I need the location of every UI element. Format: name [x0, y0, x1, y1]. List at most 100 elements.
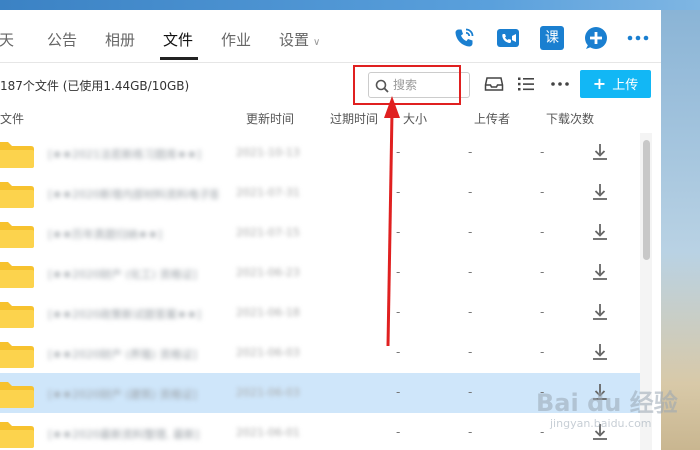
table-row[interactable]: [★★2020新增内部材料资料电子版★★] 2021-07-31 - - - — [0, 173, 640, 213]
search-box[interactable] — [368, 72, 470, 98]
search-input[interactable] — [393, 76, 465, 94]
file-uploader: - — [468, 345, 473, 359]
class-icon[interactable]: 课 — [540, 26, 564, 50]
folder-icon — [0, 302, 34, 328]
folder-icon — [0, 182, 34, 208]
file-expire: - — [540, 425, 545, 439]
group-nav-bar: 聊天 公告 相册 文件 作业 设置∨ 课 — [0, 10, 661, 62]
chevron-down-icon: ∨ — [313, 37, 321, 48]
file-expire: - — [540, 305, 545, 319]
active-tab-underline — [160, 57, 198, 60]
file-updated: 2021-07-15 — [236, 226, 300, 239]
download-icon[interactable] — [591, 302, 609, 322]
file-expire: - — [540, 385, 545, 399]
download-icon[interactable] — [591, 182, 609, 202]
file-updated: 2021-06-18 — [236, 306, 300, 319]
table-row[interactable]: [★★2020财产 (养殖) 资格证] 2021-06-03 - - - — [0, 333, 640, 373]
search-icon — [375, 79, 389, 93]
file-name: [★★2020财产 (化工) 资格证] — [48, 268, 197, 280]
file-size: - — [396, 145, 401, 159]
scrollbar-thumb[interactable] — [643, 140, 650, 260]
download-icon[interactable] — [591, 262, 609, 282]
tab-settings[interactable]: 设置 ∨ — [279, 30, 320, 53]
download-icon[interactable] — [591, 342, 609, 362]
file-name: [★★2020最新资料整理, 最新] — [48, 428, 200, 440]
group-files-window: 聊天 公告 相册 文件 作业 设置∨ 课 187个文件 — [0, 10, 661, 450]
folder-icon — [0, 142, 34, 168]
column-header-uploader[interactable]: 上传者 — [474, 110, 510, 127]
upload-button[interactable]: + 上传 — [580, 70, 651, 98]
file-size: - — [396, 385, 401, 399]
file-uploader: - — [468, 265, 473, 279]
file-expire: - — [540, 185, 545, 199]
download-icon[interactable] — [591, 382, 609, 402]
file-uploader: - — [468, 425, 473, 439]
download-icon[interactable] — [591, 422, 609, 442]
file-uploader: - — [468, 185, 473, 199]
inbox-icon[interactable] — [484, 74, 504, 94]
table-header: 文件 更新时间 过期时间 大小 上传者 下载次数 — [0, 108, 661, 128]
file-uploader: - — [468, 145, 473, 159]
tab-album[interactable]: 相册 — [105, 30, 135, 50]
folder-icon — [0, 422, 34, 448]
file-updated: 2021-10-13 — [236, 146, 300, 159]
file-summary: 187个文件 (已使用1.44GB/10GB) — [0, 79, 190, 93]
file-uploader: - — [468, 305, 473, 319]
table-row[interactable]: [★★2020财产 (化工) 资格证] 2021-06-23 - - - — [0, 253, 640, 293]
file-size: - — [396, 185, 401, 199]
tab-files[interactable]: 文件 — [163, 30, 193, 50]
column-header-downloads[interactable]: 下载次数 — [546, 110, 594, 127]
upload-button-label: 上传 — [612, 78, 639, 93]
file-expire: - — [540, 225, 545, 239]
file-name: [★★2020财产 (养殖) 资格证] — [48, 348, 197, 360]
file-updated: 2021-06-01 — [236, 426, 300, 439]
file-updated: 2021-06-03 — [236, 386, 300, 399]
file-expire: - — [540, 145, 545, 159]
file-size: - — [396, 425, 401, 439]
folder-icon — [0, 262, 34, 288]
column-header-updated[interactable]: 更新时间 — [246, 110, 294, 127]
file-size: - — [396, 225, 401, 239]
tab-settings-label: 设置 — [279, 31, 310, 49]
folder-icon — [0, 222, 34, 248]
column-header-size[interactable]: 大小 — [403, 110, 427, 127]
download-icon[interactable] — [591, 222, 609, 242]
list-view-icon[interactable] — [516, 74, 536, 94]
column-header-file[interactable]: 文件 — [0, 110, 24, 127]
column-header-expire[interactable]: 过期时间 — [330, 110, 378, 127]
nav-divider — [0, 62, 661, 63]
file-expire: - — [540, 345, 545, 359]
table-row[interactable]: [★★2021法若新练习题库★★] 2021-10-13 - - - — [0, 133, 640, 173]
table-row[interactable]: [★★历年真题归纳★★] 2021-07-15 - - - — [0, 213, 640, 253]
file-updated: 2021-06-03 — [236, 346, 300, 359]
file-uploader: - — [468, 225, 473, 239]
table-row[interactable]: [★★2020政策新试题答案★★] 2021-06-18 - - - — [0, 293, 640, 333]
more-icon[interactable] — [550, 74, 570, 94]
download-icon[interactable] — [591, 142, 609, 162]
tab-chat[interactable]: 聊天 — [0, 30, 14, 50]
folder-icon — [0, 382, 34, 408]
plus-icon: + — [592, 74, 607, 93]
file-size: - — [396, 265, 401, 279]
file-updated: 2021-07-31 — [236, 186, 300, 199]
folder-icon — [0, 342, 34, 368]
file-expire: - — [540, 265, 545, 279]
file-name: [★★2020财产 (建筑) 资格证] — [48, 388, 197, 400]
file-name: [★★2020政策新试题答案★★] — [48, 308, 202, 320]
desktop-background — [660, 10, 700, 450]
table-row[interactable]: [★★2020最新资料整理, 最新] 2021-06-01 - - - — [0, 413, 640, 450]
phone-icon[interactable] — [452, 26, 476, 50]
table-row[interactable]: [★★2020财产 (建筑) 资格证] 2021-06-03 - - - — [0, 373, 640, 413]
more-icon[interactable] — [626, 26, 650, 50]
desktop-top-strip — [0, 0, 700, 10]
file-size: - — [396, 345, 401, 359]
file-updated: 2021-06-23 — [236, 266, 300, 279]
file-name: [★★历年真题归纳★★] — [48, 228, 163, 240]
tab-homework[interactable]: 作业 — [221, 30, 251, 50]
video-call-icon[interactable] — [496, 26, 520, 50]
file-list: [★★2021法若新练习题库★★] 2021-10-13 - - - [★★20… — [0, 133, 661, 450]
tab-announcement[interactable]: 公告 — [47, 30, 77, 50]
file-name: [★★2020新增内部材料资料电子版★★] — [48, 188, 218, 200]
add-circle-icon[interactable] — [584, 26, 608, 50]
file-name: [★★2021法若新练习题库★★] — [48, 148, 202, 160]
